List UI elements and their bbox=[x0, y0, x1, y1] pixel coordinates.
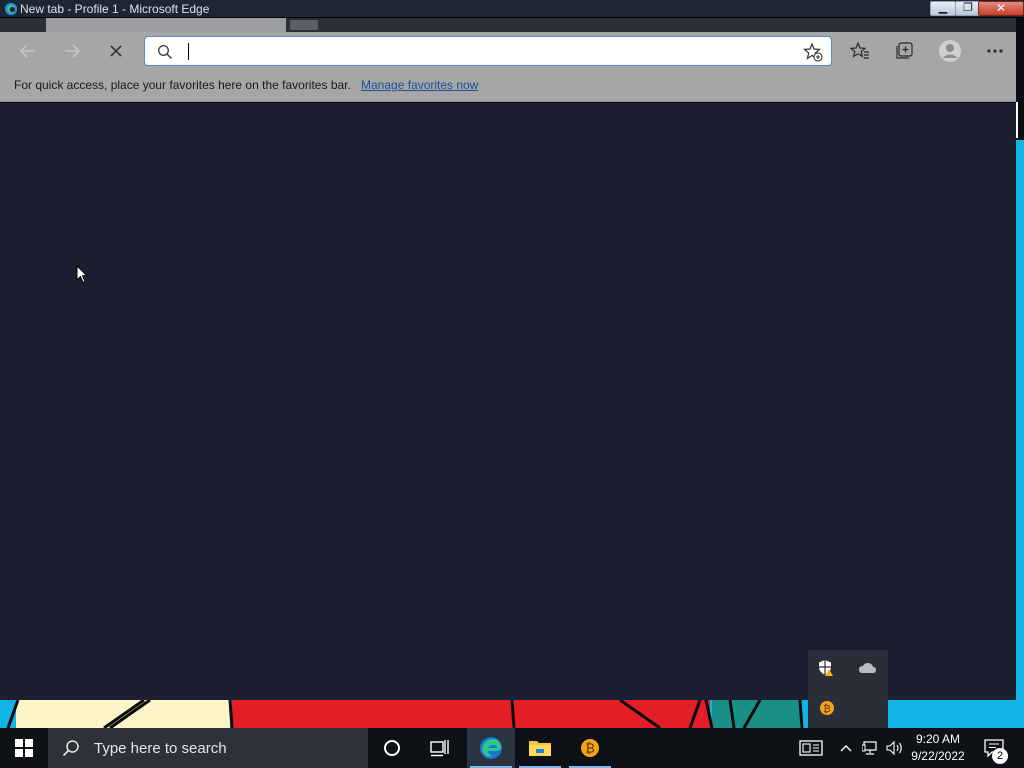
svg-text:₿: ₿ bbox=[823, 703, 830, 715]
onedrive-icon[interactable] bbox=[855, 656, 879, 680]
favorites-bar-message: For quick access, place your favorites h… bbox=[14, 78, 351, 92]
windows-logo-icon bbox=[15, 739, 33, 757]
window-title: New tab - Profile 1 - Microsoft Edge bbox=[20, 2, 210, 16]
profile-avatar-icon bbox=[939, 40, 961, 62]
edge-icon bbox=[480, 737, 502, 759]
svg-text:₿: ₿ bbox=[585, 742, 595, 757]
chevron-up-icon bbox=[840, 745, 852, 752]
more-menu-button[interactable] bbox=[980, 36, 1010, 66]
wallpaper-edge bbox=[1016, 102, 1024, 138]
bitcoin-tray-icon[interactable]: ₿ bbox=[815, 696, 839, 720]
forward-button[interactable] bbox=[57, 36, 87, 66]
new-tab-button[interactable] bbox=[290, 20, 318, 30]
minimize-icon: ▁ bbox=[938, 2, 948, 14]
close-button[interactable]: ✕ bbox=[978, 1, 1024, 16]
task-view-icon bbox=[430, 740, 449, 757]
task-view-button[interactable] bbox=[418, 728, 462, 768]
back-arrow-icon bbox=[19, 44, 35, 58]
show-hidden-icons-button[interactable] bbox=[836, 728, 856, 768]
stop-loading-icon bbox=[110, 45, 122, 57]
back-button[interactable] bbox=[13, 36, 43, 66]
volume-button[interactable] bbox=[884, 728, 906, 768]
taskbar-search-placeholder: Type here to search bbox=[94, 739, 227, 757]
taskbar-edge-button[interactable] bbox=[467, 728, 515, 768]
mouse-cursor-icon bbox=[76, 265, 88, 284]
page-content[interactable] bbox=[0, 103, 1016, 700]
taskbar-search-box[interactable]: Type here to search bbox=[48, 728, 368, 768]
edge-icon bbox=[4, 2, 18, 16]
collections-icon bbox=[896, 42, 913, 59]
tray-overflow-flyout: ₿ bbox=[808, 650, 888, 728]
notification-count-badge: 2 bbox=[992, 748, 1008, 764]
tab-new-tab[interactable] bbox=[46, 18, 286, 32]
start-button[interactable] bbox=[0, 728, 48, 768]
more-menu-icon bbox=[987, 49, 1003, 53]
favorites-icon bbox=[850, 41, 869, 59]
forward-arrow-icon bbox=[65, 44, 81, 58]
security-shield-icon[interactable] bbox=[814, 656, 838, 680]
search-icon bbox=[157, 44, 173, 60]
cortana-button[interactable] bbox=[370, 728, 414, 768]
add-favorite-icon[interactable] bbox=[803, 42, 823, 62]
taskbar-file-explorer-button[interactable] bbox=[516, 728, 564, 768]
tab-strip bbox=[0, 18, 1016, 32]
address-bar[interactable] bbox=[144, 36, 832, 66]
news-icon bbox=[799, 740, 823, 756]
title-bar[interactable]: New tab - Profile 1 - Microsoft Edge ▁ ❐… bbox=[0, 0, 1024, 18]
close-icon: ✕ bbox=[995, 1, 1007, 15]
network-icon bbox=[862, 741, 877, 755]
clock-date: 9/22/2022 bbox=[911, 749, 965, 763]
favorites-button[interactable] bbox=[845, 36, 875, 66]
clock-time: 9:20 AM bbox=[915, 732, 961, 746]
restore-icon: ❐ bbox=[963, 2, 973, 14]
file-explorer-icon bbox=[529, 741, 551, 756]
search-icon bbox=[62, 740, 79, 757]
favorites-bar: For quick access, place your favorites h… bbox=[0, 70, 1016, 102]
taskbar-bitcoin-app-button[interactable]: ₿ bbox=[566, 728, 614, 768]
browser-toolbar bbox=[0, 32, 1016, 70]
profile-button[interactable] bbox=[935, 36, 965, 66]
collections-button[interactable] bbox=[889, 36, 919, 66]
taskbar-clock[interactable]: 9:20 AM 9/22/2022 bbox=[906, 731, 970, 765]
manage-favorites-link[interactable]: Manage favorites now bbox=[361, 78, 478, 92]
news-widget-button[interactable] bbox=[794, 728, 828, 768]
minimize-button[interactable]: ▁ bbox=[930, 1, 956, 16]
wallpaper-edge bbox=[1016, 140, 1024, 728]
address-input[interactable] bbox=[189, 41, 789, 63]
network-button[interactable] bbox=[860, 728, 882, 768]
edge-window: New tab - Profile 1 - Microsoft Edge ▁ ❐… bbox=[0, 0, 1024, 700]
bitcoin-app-icon: ₿ bbox=[581, 739, 599, 757]
stop-button[interactable] bbox=[101, 36, 131, 66]
volume-icon bbox=[886, 740, 902, 756]
taskbar: Type here to search ₿ 9:20 AM 9/22/2022 bbox=[0, 728, 1024, 768]
cortana-icon bbox=[384, 740, 400, 756]
